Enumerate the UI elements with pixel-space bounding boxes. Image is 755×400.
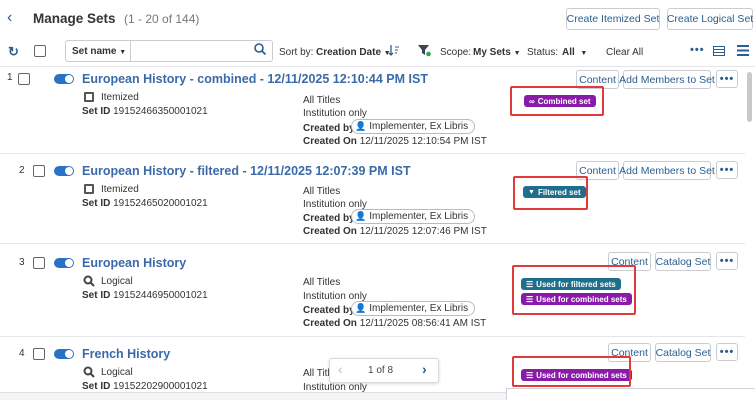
highlight-box xyxy=(512,265,636,315)
search-input-field[interactable] xyxy=(133,43,243,59)
row-number: 3 xyxy=(19,257,25,268)
created-by-label: Created by xyxy=(303,123,355,134)
created-by-label: Created by xyxy=(303,305,355,316)
set-type: Itemized xyxy=(101,184,139,195)
set-scope: Institution only xyxy=(303,108,367,119)
status-label: Status: xyxy=(527,47,559,58)
itemized-icon xyxy=(84,184,94,194)
scope-select[interactable]: My Sets ▼ xyxy=(473,47,521,58)
add-members-button[interactable]: Add Members to Set xyxy=(619,161,715,180)
set-title-link[interactable]: European History xyxy=(82,256,186,270)
filter-icon[interactable] xyxy=(417,44,431,60)
user-icon: 👤 xyxy=(355,211,367,221)
user-icon: 👤 xyxy=(355,121,367,131)
set-content: All Titles xyxy=(303,95,341,106)
creator-chip[interactable]: 👤 Implementer, Ex Libris xyxy=(351,209,476,224)
page-indicator: 1 of 8 xyxy=(368,365,394,376)
set-title-link[interactable]: European History - filtered - 12/11/2025… xyxy=(82,164,411,178)
catalog-set-button[interactable]: Catalog Set xyxy=(655,343,711,362)
page-title: Manage Sets xyxy=(33,11,116,26)
more-icon[interactable]: ••• xyxy=(690,44,705,56)
clear-all-link[interactable]: Clear All xyxy=(606,47,643,58)
set-content: All Titles xyxy=(303,186,341,197)
back-icon[interactable]: ‹ xyxy=(7,9,12,27)
search-field-select[interactable]: Set name ▼ xyxy=(72,46,126,57)
set-content: All Titles xyxy=(303,277,341,288)
set-id: Set ID 19152465020001021 xyxy=(82,198,208,209)
row-checkbox[interactable] xyxy=(18,73,30,85)
row-toggle[interactable] xyxy=(54,74,74,84)
row-number: 1 xyxy=(7,72,13,83)
set-id: Set ID 19152202900001021 xyxy=(82,381,208,392)
hamburger-icon[interactable] xyxy=(737,45,749,59)
create-itemized-set-button[interactable]: Create Itemized Set xyxy=(566,8,660,30)
user-icon: 👤 xyxy=(355,303,367,313)
row-toggle[interactable] xyxy=(54,349,74,359)
created-on: Created On 12/11/2025 12:10:54 PM IST xyxy=(303,136,487,147)
create-logical-set-button[interactable]: Create Logical Set xyxy=(667,8,753,30)
row-toggle[interactable] xyxy=(54,258,74,268)
created-by-label: Created by xyxy=(303,213,355,224)
scrollbar-thumb[interactable] xyxy=(747,72,752,122)
set-title-link[interactable]: French History xyxy=(82,347,170,361)
result-count: (1 - 20 of 144) xyxy=(124,12,200,26)
status-select[interactable]: All ▼ xyxy=(562,47,587,58)
sort-direction-icon[interactable] xyxy=(388,44,400,59)
created-on: Created On 12/11/2025 12:07:46 PM IST xyxy=(303,226,487,237)
set-type: Itemized xyxy=(101,92,139,103)
highlight-box xyxy=(510,86,604,116)
popup-panel-edge xyxy=(506,388,755,400)
set-id: Set ID 19152446950001021 xyxy=(82,290,208,301)
set-type: Logical xyxy=(101,367,133,378)
sort-label: Sort by: xyxy=(279,47,314,58)
prev-page-icon[interactable]: ‹ xyxy=(338,361,343,377)
row-more-button[interactable]: ••• xyxy=(716,70,738,88)
compact-view-icon[interactable] xyxy=(713,46,725,59)
next-page-icon[interactable]: › xyxy=(422,361,427,377)
row-number: 4 xyxy=(19,348,25,359)
created-on: Created On 12/11/2025 08:56:41 AM IST xyxy=(303,318,487,329)
set-type: Logical xyxy=(101,276,133,287)
catalog-set-button[interactable]: Catalog Set xyxy=(655,252,711,271)
set-id: Set ID 19152466350001021 xyxy=(82,106,208,117)
creator-chip[interactable]: 👤 Implementer, Ex Libris xyxy=(351,119,476,134)
select-all-checkbox[interactable] xyxy=(34,45,46,57)
refresh-icon[interactable]: ↻ xyxy=(8,44,19,60)
sort-select[interactable]: Creation Date ▼ xyxy=(316,47,391,58)
scope-label: Scope: xyxy=(440,47,472,58)
row-more-button[interactable]: ••• xyxy=(716,161,738,179)
search-icon[interactable] xyxy=(253,42,267,59)
itemized-icon xyxy=(84,92,94,102)
logical-search-icon xyxy=(83,366,95,381)
row-checkbox[interactable] xyxy=(33,348,45,360)
set-title-link[interactable]: European History - combined - 12/11/2025… xyxy=(82,72,428,86)
set-content: All Titl xyxy=(303,368,330,379)
highlight-box xyxy=(512,356,631,387)
logical-search-icon xyxy=(83,275,95,290)
row-checkbox[interactable] xyxy=(33,165,45,177)
row-toggle[interactable] xyxy=(54,166,74,176)
highlight-box xyxy=(513,176,588,210)
row-more-button[interactable]: ••• xyxy=(716,252,738,270)
row-number: 2 xyxy=(19,165,25,176)
creator-chip[interactable]: 👤 Implementer, Ex Libris xyxy=(351,301,476,316)
row-more-button[interactable]: ••• xyxy=(716,343,738,361)
search-input[interactable] xyxy=(130,41,131,61)
row-checkbox[interactable] xyxy=(33,257,45,269)
add-members-button[interactable]: Add Members to Set xyxy=(619,70,715,89)
